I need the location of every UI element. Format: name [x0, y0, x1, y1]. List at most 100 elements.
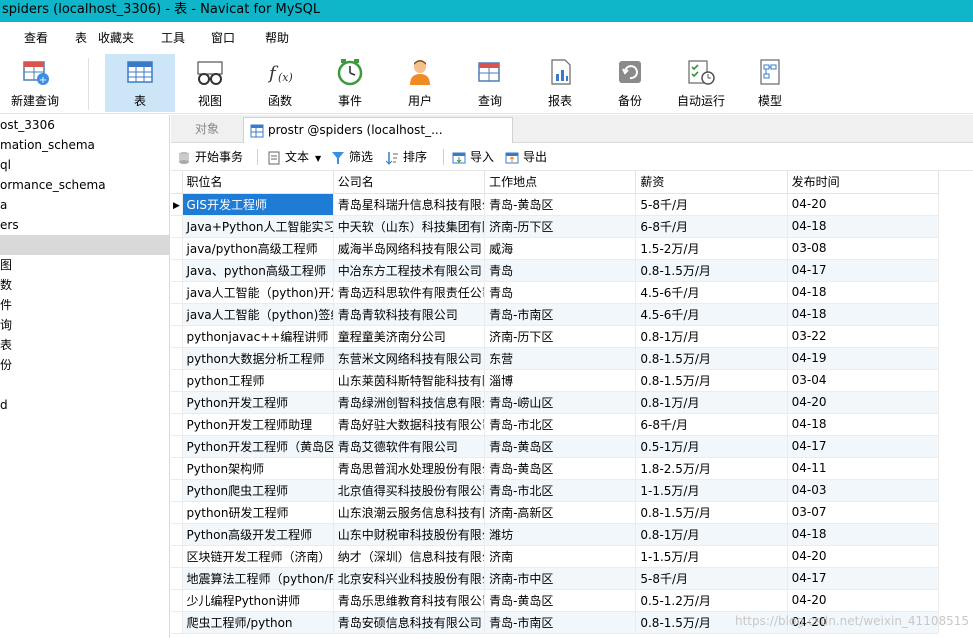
table-row[interactable]: 少儿编程Python讲师 青岛乐思维教育科技有限公司 青岛-黄岛区 0.5-1.2万/…: [171, 589, 940, 612]
table-cell[interactable]: 04-20: [787, 193, 940, 216]
table-cell[interactable]: 威海: [484, 237, 637, 260]
table-row[interactable]: python大数据分析工程师 东营米文网络科技有限公司 东营 0.8-1.5万/月 04…: [171, 347, 940, 370]
table-cell[interactable]: 青岛-崂山区: [484, 391, 637, 414]
table-cell[interactable]: 淄博: [484, 369, 637, 392]
table-row[interactable]: Python开发工程师（黄岛区 青岛艾德软件有限公司 青岛-黄岛区 0.5-1万/月 0…: [171, 435, 940, 458]
view-button[interactable]: 视图: [182, 54, 238, 112]
table-cell[interactable]: 1.5-2万/月: [635, 237, 788, 260]
table-cell[interactable]: 5-8千/月: [635, 193, 788, 216]
sidebar-item-reports[interactable]: 表: [0, 335, 169, 355]
table-row[interactable]: Python架构师青岛思普润水处理股份有限公司青岛-黄岛区1.8-2.5万/月0…: [171, 457, 940, 480]
table-cell[interactable]: 山东中财税审科技股份有限公司: [333, 523, 486, 546]
table-cell[interactable]: 北京值得买科技股份有限公司: [333, 479, 486, 502]
table-cell[interactable]: 济南-历下区: [484, 325, 637, 348]
table-cell[interactable]: 青岛-黄岛区: [484, 589, 637, 612]
row-indicator[interactable]: [171, 325, 183, 348]
table-row[interactable]: python工程师山东莱茵科斯特智能科技有限公司淄博0.8-1.5万/月03-0…: [171, 369, 940, 392]
row-indicator[interactable]: [171, 303, 183, 326]
table-cell[interactable]: 04-20: [787, 589, 940, 612]
function-button[interactable]: f (x) 函数: [252, 54, 308, 112]
table-row[interactable]: python研发工程师山东浪潮云服务信息科技有限公司济南-高新区0.8-1.5万…: [171, 501, 940, 524]
table-cell[interactable]: 童程童美济南分公司: [333, 325, 486, 348]
table-cell[interactable]: 青岛艾德软件有限公司: [333, 435, 486, 458]
menu-view[interactable]: 查看: [24, 29, 48, 46]
row-indicator[interactable]: [171, 369, 183, 392]
table-cell[interactable]: 青岛乐思维教育科技有限公司: [333, 589, 486, 612]
sidebar-item-spiders[interactable]: ers: [0, 215, 169, 235]
sidebar-item-queries[interactable]: 询: [0, 315, 169, 335]
sidebar-item-tables-selected[interactable]: [0, 235, 169, 255]
table-cell[interactable]: 0.8-1.5万/月: [635, 369, 788, 392]
table-cell[interactable]: Python高级开发工程师: [182, 523, 334, 546]
table-cell[interactable]: 青岛迈科思软件有限责任公司: [333, 281, 486, 304]
row-indicator[interactable]: [171, 435, 183, 458]
table-cell[interactable]: 03-04: [787, 369, 940, 392]
sidebar-item-performance-schema[interactable]: ormance_schema: [0, 175, 169, 195]
table-cell[interactable]: 青岛青软科技有限公司: [333, 303, 486, 326]
table-row[interactable]: Python爬虫工程师 北京值得买科技股份有限公司 青岛-市北区 1-1.5万/月 04…: [171, 479, 940, 502]
table-row[interactable]: java人工智能（python)签约 青岛青软科技有限公司 青岛-市南区 4.5-6千…: [171, 303, 940, 326]
table-cell[interactable]: 青岛-市北区: [484, 479, 637, 502]
automation-button[interactable]: 自动运行: [672, 54, 730, 112]
table-cell[interactable]: 04-11: [787, 457, 940, 480]
table-cell[interactable]: 青岛-市南区: [484, 303, 637, 326]
row-indicator[interactable]: [171, 413, 183, 436]
table-cell[interactable]: 04-03: [787, 479, 940, 502]
row-indicator[interactable]: [171, 281, 183, 304]
table-cell[interactable]: 青岛绿洲创智科技信息有限公司: [333, 391, 486, 414]
table-cell[interactable]: 中冶东方工程技术有限公司: [333, 259, 486, 282]
table-cell[interactable]: 威海半岛网络科技有限公司: [333, 237, 486, 260]
new-query-button[interactable]: + 新建查询: [4, 54, 66, 112]
table-cell[interactable]: 04-18: [787, 215, 940, 238]
menu-tools[interactable]: 工具: [161, 29, 185, 46]
table-cell[interactable]: 04-18: [787, 523, 940, 546]
table-cell[interactable]: 6-8千/月: [635, 215, 788, 238]
table-cell[interactable]: 5-8千/月: [635, 567, 788, 590]
table-cell[interactable]: 04-20: [787, 391, 940, 414]
sidebar-item-functions[interactable]: 数: [0, 275, 169, 295]
table-cell[interactable]: 东营: [484, 347, 637, 370]
table-cell[interactable]: 0.8-1万/月: [635, 523, 788, 546]
tab-objects[interactable]: 对象: [171, 117, 243, 143]
table-cell[interactable]: 1-1.5万/月: [635, 545, 788, 568]
import-button[interactable]: 导入: [452, 149, 494, 167]
table-cell[interactable]: 山东莱茵科斯特智能科技有限公司: [333, 369, 486, 392]
table-row[interactable]: Python开发工程师助理 青岛好驻大数据科技有限公司 青岛-市北区 6-8千/月 04…: [171, 413, 940, 436]
sidebar-item-connection[interactable]: ost_3306: [0, 115, 169, 135]
table-cell[interactable]: 少儿编程Python讲师: [182, 589, 334, 612]
table-cell[interactable]: 03-22: [787, 325, 940, 348]
table-cell[interactable]: 山东浪潮云服务信息科技有限公司: [333, 501, 486, 524]
table-cell[interactable]: 爬虫工程师/python: [182, 611, 334, 634]
table-cell[interactable]: 04-18: [787, 413, 940, 436]
table-cell[interactable]: 北京安科兴业科技股份有限公司: [333, 567, 486, 590]
table-cell[interactable]: 1-1.5万/月: [635, 479, 788, 502]
table-row[interactable]: ▶GIS开发工程师青岛星科瑞升信息科技有限公司青岛-黄岛区5-8千/月04-20: [171, 193, 940, 216]
table-cell[interactable]: 4.5-6千/月: [635, 281, 788, 304]
table-cell[interactable]: 03-08: [787, 237, 940, 260]
table-row[interactable]: java人工智能（python)开发 青岛迈科思软件有限责任公司 青岛 4.5-6千/…: [171, 281, 940, 304]
filter-button[interactable]: 筛选: [331, 149, 373, 167]
table-cell[interactable]: Python爬虫工程师: [182, 479, 334, 502]
table-cell[interactable]: Python开发工程师（黄岛区: [182, 435, 334, 458]
table-cell[interactable]: 1.8-2.5万/月: [635, 457, 788, 480]
table-cell[interactable]: 青岛好驻大数据科技有限公司: [333, 413, 486, 436]
row-indicator[interactable]: [171, 567, 183, 590]
table-cell[interactable]: 04-20: [787, 545, 940, 568]
menu-table[interactable]: 表: [75, 29, 87, 46]
table-cell[interactable]: 纳才（深圳）信息科技有限公司: [333, 545, 486, 568]
row-indicator[interactable]: [171, 501, 183, 524]
table-cell[interactable]: 地震算法工程师（python/P: [182, 567, 334, 590]
table-cell[interactable]: java人工智能（python)签约: [182, 303, 334, 326]
table-cell[interactable]: 0.8-1.5万/月: [635, 501, 788, 524]
sidebar-item-database-a[interactable]: a: [0, 195, 169, 215]
row-indicator[interactable]: [171, 545, 183, 568]
model-button[interactable]: 模型: [742, 54, 798, 112]
table-cell[interactable]: 04-17: [787, 435, 940, 458]
table-cell[interactable]: 青岛-黄岛区: [484, 457, 637, 480]
event-button[interactable]: 事件: [322, 54, 378, 112]
sidebar-item-mysql[interactable]: ql: [0, 155, 169, 175]
table-cell[interactable]: 济南: [484, 545, 637, 568]
menu-favorites[interactable]: 收藏夹: [98, 29, 134, 46]
table-row[interactable]: 区块链开发工程师（济南）纳才（深圳）信息科技有限公司济南1-1.5万/月04-2…: [171, 545, 940, 568]
row-indicator[interactable]: [171, 589, 183, 612]
